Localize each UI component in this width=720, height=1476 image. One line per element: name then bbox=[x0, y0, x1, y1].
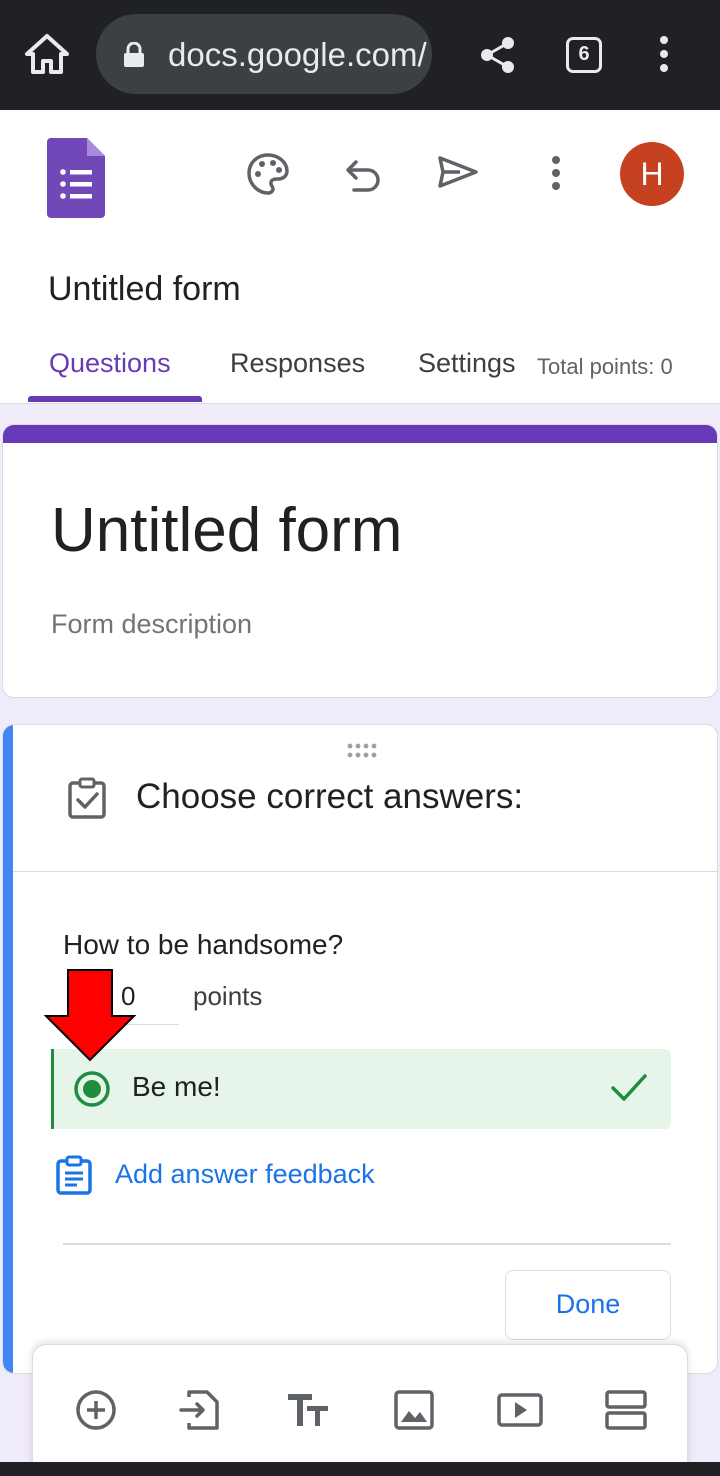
home-icon[interactable] bbox=[24, 33, 70, 75]
divider bbox=[63, 1243, 671, 1245]
google-forms-logo[interactable] bbox=[47, 138, 105, 218]
lock-icon bbox=[124, 42, 144, 67]
browser-toolbar: docs.google.com/ 6 bbox=[0, 0, 720, 110]
account-avatar[interactable]: H bbox=[620, 142, 684, 206]
theme-color-band bbox=[3, 425, 717, 443]
done-button[interactable]: Done bbox=[505, 1270, 671, 1340]
add-title-icon[interactable] bbox=[285, 1389, 331, 1431]
answer-key-icon bbox=[68, 777, 106, 819]
send-icon[interactable] bbox=[436, 152, 480, 196]
share-icon[interactable] bbox=[480, 36, 516, 74]
divider bbox=[13, 871, 717, 872]
tab-responses[interactable]: Responses bbox=[230, 348, 365, 379]
option-label: Be me! bbox=[132, 1071, 221, 1102]
total-points: Total points: 0 bbox=[537, 354, 673, 379]
answer-key-title: Choose correct answers: bbox=[136, 777, 524, 816]
points-label: points bbox=[193, 981, 263, 1011]
question-text: How to be handsome? bbox=[63, 929, 344, 960]
radio-selected-icon[interactable] bbox=[72, 1069, 112, 1109]
more-vert-icon[interactable] bbox=[534, 152, 578, 196]
add-image-icon[interactable] bbox=[391, 1389, 437, 1431]
add-question-icon[interactable] bbox=[73, 1389, 119, 1431]
document-title[interactable]: Untitled form bbox=[48, 270, 241, 309]
undo-icon[interactable] bbox=[342, 152, 386, 196]
checkmark-icon bbox=[611, 1074, 647, 1101]
forms-app-header: H Untitled form Questions Responses Sett… bbox=[0, 110, 720, 404]
tab-questions[interactable]: Questions bbox=[49, 348, 171, 379]
add-item-toolbar bbox=[32, 1344, 688, 1476]
tab-settings[interactable]: Settings bbox=[418, 348, 516, 379]
palette-icon[interactable] bbox=[246, 152, 290, 196]
system-nav-edge bbox=[0, 1462, 720, 1476]
add-section-icon[interactable] bbox=[603, 1389, 649, 1431]
red-arrow-annotation bbox=[44, 969, 136, 1062]
active-tab-indicator bbox=[28, 396, 202, 402]
form-title-card: Untitled form Form description bbox=[2, 424, 718, 698]
form-title[interactable]: Untitled form bbox=[51, 495, 402, 566]
more-vert-icon[interactable] bbox=[652, 34, 676, 74]
form-description-field[interactable]: Form description bbox=[51, 609, 252, 640]
address-bar[interactable]: docs.google.com/ bbox=[96, 14, 432, 94]
correct-answer-option[interactable]: Be me! bbox=[51, 1049, 671, 1129]
drag-handle-icon[interactable] bbox=[346, 743, 378, 759]
url-text: docs.google.com/ bbox=[168, 36, 427, 73]
add-answer-feedback-link[interactable]: Add answer feedback bbox=[115, 1159, 375, 1190]
import-questions-icon[interactable] bbox=[179, 1389, 225, 1431]
active-card-indicator bbox=[3, 725, 13, 1373]
tab-switcher-button[interactable]: 6 bbox=[566, 37, 602, 73]
add-video-icon[interactable] bbox=[497, 1389, 543, 1431]
feedback-icon[interactable] bbox=[55, 1155, 93, 1195]
